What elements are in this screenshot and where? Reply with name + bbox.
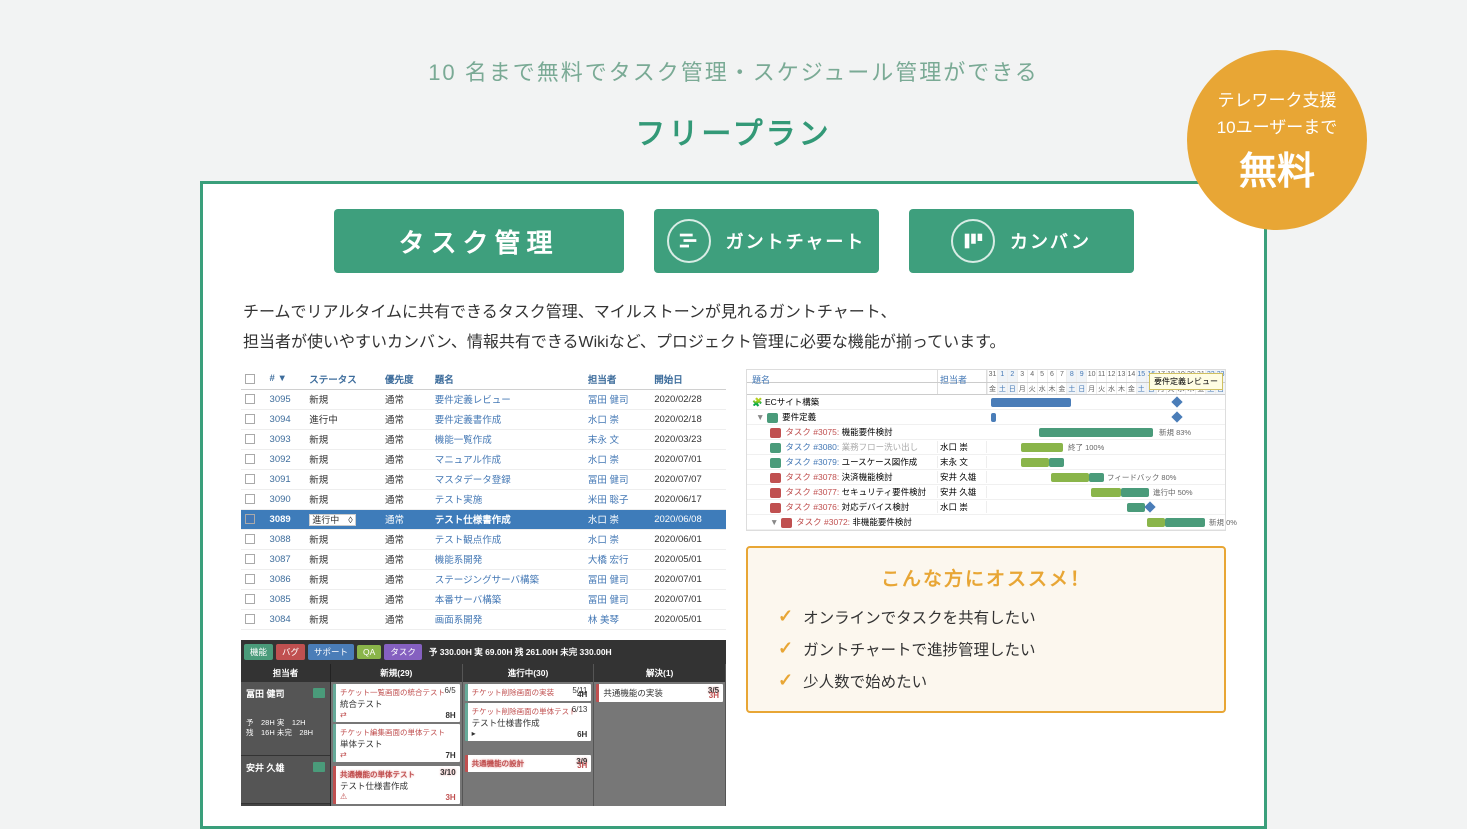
badge-line1: テレワーク支援	[1218, 86, 1337, 111]
col-status[interactable]: ステータス	[305, 369, 381, 390]
kanban-card[interactable]: 共通機能の実装3/53H	[596, 684, 723, 702]
assignee-name: 安井 久雄	[246, 761, 285, 774]
kanban-stats: 予 330.00H 実 69.00H 残 261.00H 未完 330.00H	[429, 646, 612, 658]
kanban-board: 機能 バグ サポート QA タスク 予 330.00H 実 69.00H 残 2…	[241, 640, 726, 806]
table-row[interactable]: 3088新規通常テスト観点作成水口 崇2020/06/01	[241, 529, 726, 549]
table-row[interactable]: 3091新規通常マスタデータ登録冨田 健司2020/07/07	[241, 469, 726, 489]
check-icon: ✓	[778, 606, 793, 627]
recommend-item: ✓ガントチャートで進捗管理したい	[778, 633, 1194, 665]
kanban-card[interactable]: チケット一覧画面の統合テスト統合テスト6/58H⇄	[333, 684, 460, 722]
assignee-name: 冨田 健司	[246, 687, 285, 700]
tab-kanban[interactable]: カンバン	[909, 209, 1134, 273]
col-id[interactable]: # ▼	[266, 369, 306, 390]
tab-kanban-label: カンバン	[1010, 228, 1091, 254]
kcol-progress: 進行中(30)	[463, 664, 594, 682]
desc-line2: 担当者が使いやすいカンバン、情報共有できるWikiなど、プロジェクト管理に必要な…	[243, 328, 1224, 358]
col-priority[interactable]: 優先度	[381, 369, 431, 390]
gcol-assignee[interactable]: 担当者	[937, 370, 987, 382]
main-panel: タスク管理 ガントチャート カンバン チームでリアルタイムに共有できるタスク管理…	[200, 181, 1267, 829]
col-start[interactable]: 開始日	[650, 369, 726, 390]
gcol-subject[interactable]: 題名	[747, 370, 937, 382]
table-row[interactable]: 3089進行中 ◊通常テスト仕様書作成水口 崇2020/06/08	[241, 509, 726, 529]
gantt-row[interactable]: 🧩 ECサイト構築	[747, 395, 1225, 410]
table-row[interactable]: 3086新規通常ステージングサーバ構築冨田 健司2020/07/01	[241, 569, 726, 589]
table-row[interactable]: 3094進行中通常要件定義書作成水口 崇2020/02/18	[241, 409, 726, 429]
tag-qa[interactable]: QA	[357, 645, 381, 659]
tag-support[interactable]: サポート	[308, 644, 354, 660]
gantt-row[interactable]: タスク #3077: セキュリティ要件検討安井 久雄進行中 50%	[747, 485, 1225, 500]
promo-badge: テレワーク支援 10ユーザーまで 無料	[1187, 50, 1367, 230]
gantt-row[interactable]: タスク #3076: 対応デバイス検討水口 崇	[747, 500, 1225, 515]
table-row[interactable]: 3085新規通常本番サーバ構築冨田 健司2020/07/01	[241, 589, 726, 609]
gantt-row[interactable]: ▼ タスク #3072: 非機能要件検討新規 0%	[747, 515, 1225, 530]
kanban-card[interactable]: チケット削除画面の単体テストテスト仕様書作成6/136H▸	[465, 703, 592, 741]
kanban-card[interactable]: 共通機能の設計3/93H	[465, 755, 592, 772]
gantt-tooltip: 要件定義レビュー	[1149, 373, 1223, 390]
check-icon: ✓	[778, 670, 793, 691]
table-row[interactable]: 3087新規通常機能系開発大橋 宏行2020/05/01	[241, 549, 726, 569]
recommend-item: ✓少人数で始めたい	[778, 665, 1194, 697]
col-subject[interactable]: 題名	[431, 369, 584, 390]
gantt-row[interactable]: タスク #3080: 業務フロー洗い出し水口 崇終了 100%	[747, 440, 1225, 455]
kanban-icon	[951, 219, 995, 263]
kcol-new: 新規(29)	[331, 664, 462, 682]
tag-feature[interactable]: 機能	[244, 644, 273, 660]
recommend-title: こんな方にオススメ！	[778, 564, 1194, 591]
gantt-icon	[667, 219, 711, 263]
assignee-stats: 予 28H 実 12H残 16H 未完 28H	[246, 718, 325, 738]
tag-bug[interactable]: バグ	[276, 644, 305, 660]
gantt-row[interactable]: タスク #3078: 決済機能検討安井 久雄フィードバック 80%	[747, 470, 1225, 485]
gantt-row[interactable]: タスク #3079: ユースケース図作成末永 文	[747, 455, 1225, 470]
task-table: # ▼ ステータス 優先度 題名 担当者 開始日 3095新規通常要件定義レビュ…	[241, 369, 726, 630]
tab-gantt[interactable]: ガントチャート	[654, 209, 879, 273]
tag-task[interactable]: タスク	[384, 644, 422, 660]
description: チームでリアルタイムに共有できるタスク管理、マイルストーンが見れるガントチャート…	[203, 273, 1264, 369]
kcol-assignee: 担当者	[241, 664, 330, 682]
col-assignee[interactable]: 担当者	[584, 369, 650, 390]
recommend-box: こんな方にオススメ！ ✓オンラインでタスクを共有したい✓ガントチャートで進捗管理…	[746, 546, 1226, 713]
table-row[interactable]: 3095新規通常要件定義レビュー冨田 健司2020/02/28	[241, 389, 726, 409]
kcol-resolved: 解決(1)	[594, 664, 725, 682]
table-row[interactable]: 3092新規通常マニュアル作成水口 崇2020/07/01	[241, 449, 726, 469]
badge-line3: 無料	[1239, 140, 1315, 195]
table-row[interactable]: 3084新規通常画面系開発林 美琴2020/05/01	[241, 609, 726, 629]
check-icon: ✓	[778, 638, 793, 659]
badge-line2: 10ユーザーまで	[1217, 113, 1338, 138]
kanban-card[interactable]: 共通機能の単体テストテスト仕様書作成3/103H⚠	[333, 766, 460, 804]
assignee-row[interactable]: 冨田 健司 予 28H 実 12H残 16H 未完 28H	[241, 682, 330, 756]
assignee-badge-icon	[313, 762, 325, 772]
col-check[interactable]	[241, 369, 266, 390]
gantt-row[interactable]: タスク #3075: 機能要件検討新規 83%	[747, 425, 1225, 440]
gantt-row[interactable]: ▼ 要件定義	[747, 410, 1225, 425]
tab-gantt-label: ガントチャート	[726, 228, 866, 254]
table-row[interactable]: 3093新規通常機能一覧作成末永 文2020/03/23	[241, 429, 726, 449]
kanban-card[interactable]: チケット削除画面の実装5/114H	[465, 684, 592, 701]
kanban-card[interactable]: チケット編集画面の単体テスト単体テスト7H⇄	[333, 724, 460, 762]
gantt-chart: 題名 担当者 311234567891011121314151617181920…	[746, 369, 1226, 531]
assignee-badge-icon	[313, 688, 325, 698]
assignee-row[interactable]: 安井 久雄	[241, 756, 330, 804]
table-row[interactable]: 3090新規通常テスト実施米田 聡子2020/06/17	[241, 489, 726, 509]
desc-line1: チームでリアルタイムに共有できるタスク管理、マイルストーンが見れるガントチャート…	[243, 298, 1224, 328]
recommend-item: ✓オンラインでタスクを共有したい	[778, 601, 1194, 633]
tab-task[interactable]: タスク管理	[334, 209, 624, 273]
